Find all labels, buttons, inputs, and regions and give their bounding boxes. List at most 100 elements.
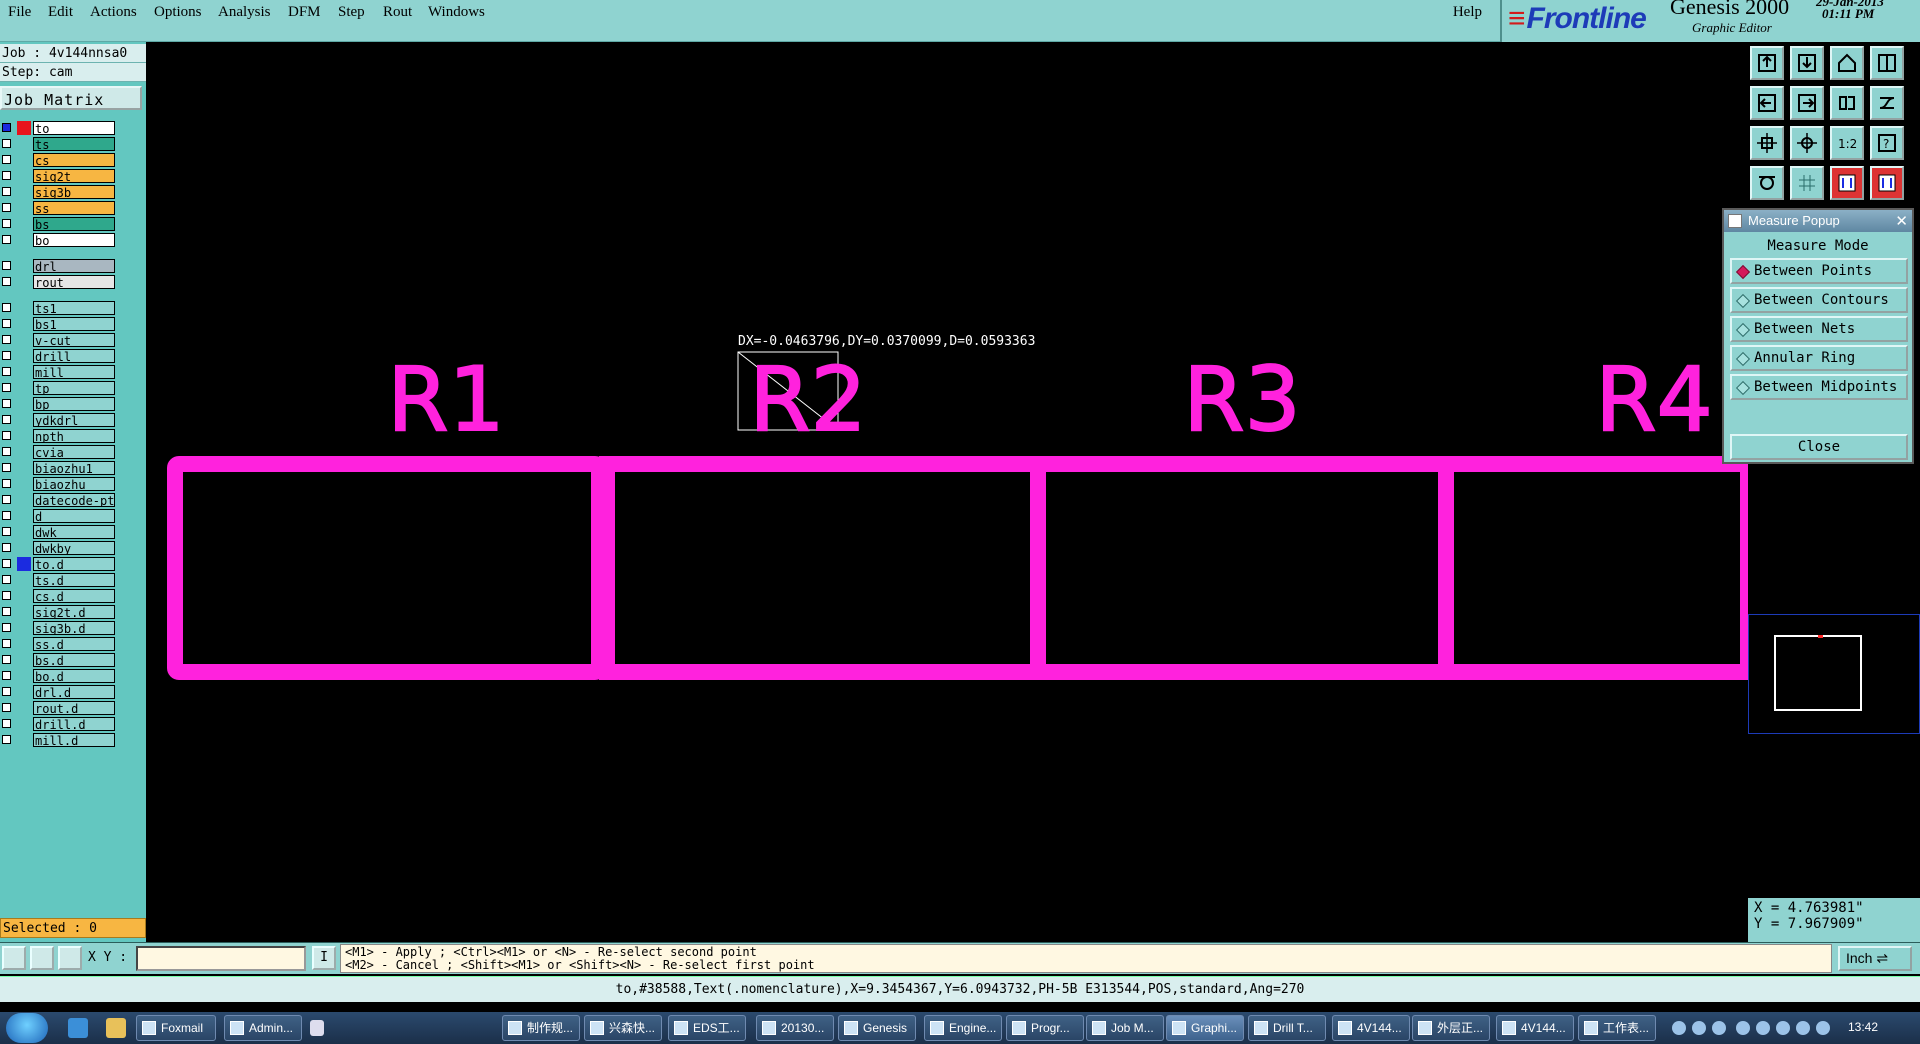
layer-checkbox[interactable]	[2, 639, 11, 648]
mode-between-midpoints[interactable]: Between Midpoints	[1730, 374, 1908, 400]
layer-name[interactable]: cs	[33, 153, 115, 167]
menu-windows[interactable]: Windows	[428, 4, 485, 21]
menu-options[interactable]: Options	[154, 4, 202, 21]
layer-name[interactable]: tp	[33, 381, 115, 395]
close-icon[interactable]: ✕	[1895, 211, 1908, 233]
layer-checkbox[interactable]	[2, 203, 11, 212]
taskbar-task[interactable]: 外层正...	[1412, 1015, 1490, 1041]
layer-checkbox[interactable]	[2, 319, 11, 328]
layer-name[interactable]: biaozhu1	[33, 461, 115, 475]
ie-icon[interactable]	[68, 1018, 88, 1038]
layer-checkbox[interactable]	[2, 351, 11, 360]
taskbar-task[interactable]: 兴森快...	[584, 1015, 662, 1041]
layer-row[interactable]: ss.d	[0, 636, 118, 652]
layer-checkbox[interactable]	[2, 671, 11, 680]
layer-checkbox[interactable]	[2, 277, 11, 286]
pan-right-icon[interactable]	[1790, 86, 1824, 120]
layer-checkbox[interactable]	[2, 511, 11, 520]
layer-row[interactable]: rout.d	[0, 700, 118, 716]
layer-name[interactable]: cvia	[33, 445, 115, 459]
zoom-fit-icon[interactable]	[1750, 126, 1784, 160]
layer-checkbox[interactable]	[2, 463, 11, 472]
layer-name[interactable]: ss.d	[33, 637, 115, 651]
menu-rout[interactable]: Rout	[383, 4, 412, 21]
layer-row[interactable]: mill.d	[0, 732, 118, 748]
taskbar-task[interactable]: 制作规...	[502, 1015, 580, 1041]
layer-checkbox[interactable]	[2, 219, 11, 228]
layer-row[interactable]: cs	[0, 152, 118, 168]
layer-row[interactable]: to	[0, 120, 118, 136]
zoom-down-icon[interactable]	[1790, 46, 1824, 80]
layer-row[interactable]: drl	[0, 258, 118, 274]
layer-checkbox[interactable]	[2, 527, 11, 536]
pan-left-icon[interactable]	[1750, 86, 1784, 120]
layer-checkbox[interactable]	[2, 735, 11, 744]
taskbar-task[interactable]: EDS工...	[668, 1015, 746, 1041]
graphic-canvas[interactable]: DX=-0.0463796,DY=0.0370099,D=0.0593363 R…	[146, 42, 1748, 942]
layer-name[interactable]: biaozhu	[33, 477, 115, 491]
layer-checkbox[interactable]	[2, 155, 11, 164]
layer-name[interactable]: to.d	[33, 557, 115, 571]
mode-between-nets[interactable]: Between Nets	[1730, 316, 1908, 342]
menu-edit[interactable]: Edit	[48, 4, 73, 21]
job-matrix-button[interactable]: Job Matrix ...	[0, 86, 142, 133]
layer-row[interactable]: npth	[0, 428, 118, 444]
layer-name[interactable]: bo	[33, 233, 115, 247]
layer-name[interactable]: npth	[33, 429, 115, 443]
layer-checkbox[interactable]	[2, 383, 11, 392]
grid-snap-icon[interactable]	[58, 946, 82, 970]
layer-row[interactable]: dwk	[0, 524, 118, 540]
layer-overlay-icon[interactable]	[1870, 166, 1904, 200]
overview-map[interactable]	[1748, 614, 1920, 734]
taskbar-task[interactable]: 20130...	[756, 1015, 834, 1041]
layer-name[interactable]: d	[33, 509, 115, 523]
layer-name[interactable]: datecode-pt	[33, 493, 115, 507]
mode-between-contours[interactable]: Between Contours	[1730, 287, 1908, 313]
layer-row[interactable]: sig2t.d	[0, 604, 118, 620]
taskbar-task[interactable]: Genesis	[838, 1015, 916, 1041]
layer-row[interactable]: to.d	[0, 556, 118, 572]
taskbar-task[interactable]: Admin...	[224, 1015, 302, 1041]
xy-input[interactable]	[136, 946, 306, 971]
help-icon[interactable]: ?	[1870, 126, 1904, 160]
layer-row[interactable]: rout	[0, 274, 118, 290]
layer-checkbox[interactable]	[2, 559, 11, 568]
layer-checkbox[interactable]	[2, 335, 11, 344]
layer-row[interactable]: bs	[0, 216, 118, 232]
layer-name[interactable]: sig3b	[33, 185, 115, 199]
layer-name[interactable]: dwkby	[33, 541, 115, 555]
layer-name[interactable]: v-cut	[33, 333, 115, 347]
layer-checkbox[interactable]	[2, 479, 11, 488]
taskbar-task[interactable]: 4V144...	[1496, 1015, 1574, 1041]
menu-analysis[interactable]: Analysis	[218, 4, 271, 21]
layer-checkbox[interactable]	[2, 235, 11, 244]
layer-name[interactable]: bs1	[33, 317, 115, 331]
layer-row[interactable]: ts.d	[0, 572, 118, 588]
layer-row[interactable]: ydkdrl	[0, 412, 118, 428]
select-tool-icon[interactable]	[2, 946, 26, 970]
window-split-icon[interactable]	[1870, 46, 1904, 80]
taskbar-task[interactable]: 工作表...	[1578, 1015, 1656, 1041]
layer-row[interactable]: bo.d	[0, 668, 118, 684]
menu-help[interactable]: Help	[1453, 4, 1482, 21]
layer-name[interactable]: sig2t	[33, 169, 115, 183]
layer-row[interactable]: datecode-pt	[0, 492, 118, 508]
snap-icon[interactable]	[1870, 86, 1904, 120]
mode-between-points[interactable]: Between Points	[1730, 258, 1908, 284]
explorer-icon[interactable]	[106, 1018, 126, 1038]
layer-checkbox[interactable]	[2, 607, 11, 616]
home-icon[interactable]	[1830, 46, 1864, 80]
display-icon[interactable]	[1776, 1021, 1790, 1035]
layer-name[interactable]: ts.d	[33, 573, 115, 587]
layer-name[interactable]: dwk	[33, 525, 115, 539]
layer-name[interactable]: mill.d	[33, 733, 115, 747]
monitor-icon[interactable]	[1796, 1021, 1810, 1035]
layer-name[interactable]: ss	[33, 201, 115, 215]
start-button[interactable]	[6, 1013, 48, 1043]
menu-actions[interactable]: Actions	[90, 4, 137, 21]
layer-row[interactable]: biaozhu1	[0, 460, 118, 476]
tray-icon[interactable]	[1672, 1021, 1686, 1035]
layer-checkbox[interactable]	[2, 139, 11, 148]
settings-tools-icon[interactable]	[1750, 166, 1784, 200]
layer-name[interactable]: drl	[33, 259, 115, 273]
